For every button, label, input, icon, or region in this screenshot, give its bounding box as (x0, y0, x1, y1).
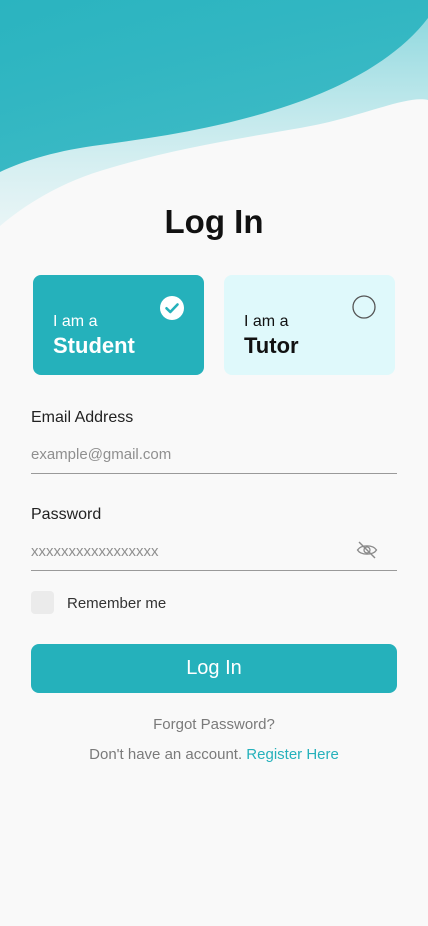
role-tutor-label: Tutor (244, 333, 299, 358)
eye-slash-icon[interactable] (356, 540, 378, 560)
email-field[interactable] (31, 441, 397, 467)
role-card-student[interactable]: I am a Student (33, 275, 204, 375)
email-label: Email Address (31, 409, 134, 426)
password-field[interactable] (31, 538, 351, 564)
remember-me-checkbox[interactable] (31, 591, 54, 614)
forgot-password-link[interactable]: Forgot Password? (0, 716, 428, 733)
check-circle-icon (160, 296, 184, 320)
no-account-text: Don't have an account. (89, 746, 243, 763)
remember-me-label: Remember me (67, 595, 167, 612)
radio-circle-icon (352, 295, 376, 319)
register-row: Don't have an account. Register Here (0, 746, 428, 763)
role-card-tutor[interactable]: I am a Tutor (224, 275, 395, 375)
page-title: Log In (164, 203, 264, 240)
role-student-label: Student (53, 333, 135, 358)
email-underline (31, 473, 397, 474)
register-link[interactable]: Register Here (246, 746, 339, 763)
login-button[interactable]: Log In (31, 644, 397, 693)
password-underline (31, 570, 397, 571)
password-label: Password (31, 506, 102, 523)
